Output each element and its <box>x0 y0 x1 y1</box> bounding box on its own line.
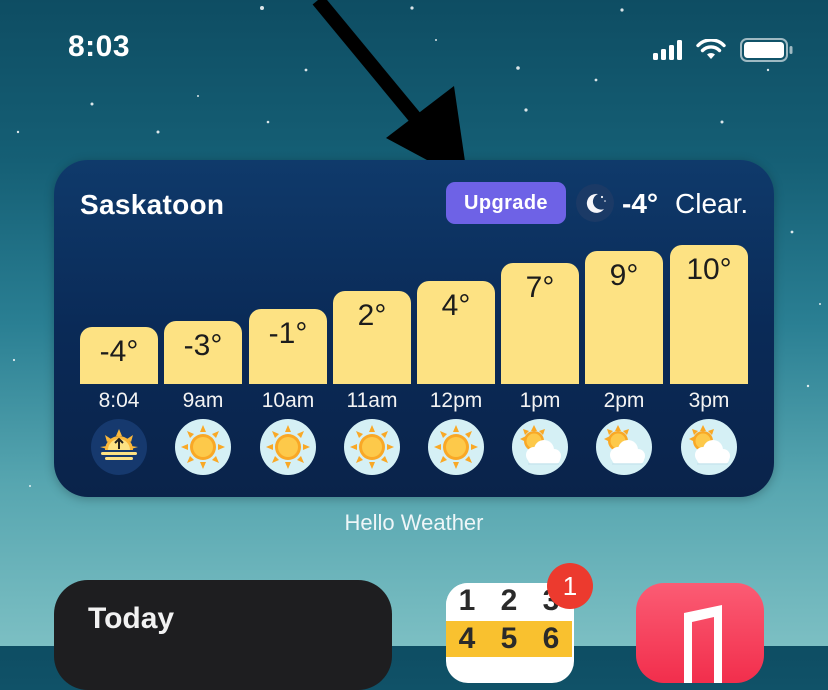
hour-label: 12pm <box>429 389 483 412</box>
moon-icon <box>576 184 614 222</box>
grid-number: 1 <box>446 583 488 619</box>
today-widget[interactable]: Today <box>54 580 392 690</box>
sun-icon <box>260 419 316 475</box>
upgrade-button[interactable]: Upgrade <box>446 182 566 224</box>
hour-label: 2pm <box>603 389 645 412</box>
hour-temp-bar: 2° <box>333 291 411 384</box>
hour-temp-bar: 10° <box>670 245 748 384</box>
sun-icon <box>428 419 484 475</box>
hour-label: 10am <box>261 389 315 412</box>
grid-number: 5 <box>488 621 530 657</box>
hour-label: 8:04 <box>98 389 140 412</box>
hour-temp-bar: 7° <box>501 263 579 384</box>
hour-temp-bar: 9° <box>585 251 663 384</box>
partly-cloudy-icon <box>681 419 737 475</box>
sun-icon <box>175 419 231 475</box>
music-app-icon[interactable] <box>636 583 764 683</box>
partly-cloudy-icon <box>512 419 568 475</box>
hour-label: 11am <box>346 389 398 412</box>
sunrise-icon <box>91 419 147 475</box>
widget-label: Hello Weather <box>344 510 484 535</box>
partly-cloudy-icon <box>596 419 652 475</box>
hour-temp-bar: -4° <box>80 327 158 384</box>
grid-number: 4 <box>446 621 488 657</box>
hour-label: 1pm <box>519 389 561 412</box>
hour-temp-bar: -3° <box>164 321 242 384</box>
city-name: Saskatoon <box>80 189 225 220</box>
grid-number: 2 <box>488 583 530 619</box>
current-condition: Clear. <box>675 188 749 219</box>
today-label: Today <box>88 602 175 635</box>
notification-badge: 1 <box>547 563 593 609</box>
hour-temp-bar: 4° <box>417 281 495 384</box>
sun-icon <box>344 419 400 475</box>
hour-temp-bar: -1° <box>249 309 327 384</box>
hour-label: 3pm <box>688 389 730 412</box>
music-note-icon <box>684 605 722 683</box>
current-temperature: -4° <box>622 188 659 219</box>
grid-number: 6 <box>530 621 572 657</box>
weather-widget[interactable]: Saskatoon Upgrade -4° Clear. -4° -3° -1°… <box>54 160 774 497</box>
hour-label: 9am <box>182 389 224 412</box>
